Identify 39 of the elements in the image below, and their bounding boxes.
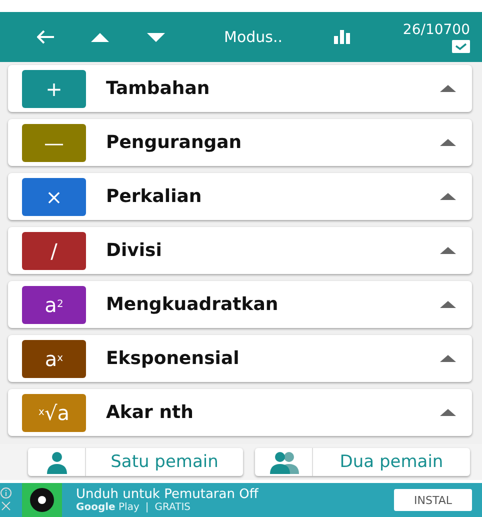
score-counter: 26/10700 bbox=[402, 22, 470, 38]
operation-symbol: × bbox=[22, 178, 86, 216]
caret-up-icon[interactable] bbox=[440, 139, 456, 146]
operation-card[interactable]: × Perkalian bbox=[8, 173, 472, 220]
operation-symbol: — bbox=[22, 124, 86, 162]
caret-up-icon[interactable] bbox=[440, 85, 456, 92]
operation-card[interactable]: a$^{x}$ Eksponensial bbox=[8, 335, 472, 382]
mode-title[interactable]: Modus.. bbox=[224, 28, 282, 46]
operation-label: Perkalian bbox=[106, 186, 202, 207]
separator: | bbox=[145, 502, 149, 513]
caret-up-icon[interactable] bbox=[440, 409, 456, 416]
operation-symbol: $^{x}$√a bbox=[22, 394, 86, 432]
caret-up-icon[interactable] bbox=[440, 247, 456, 254]
caret-up-icon[interactable] bbox=[440, 355, 456, 362]
operation-label: Tambahan bbox=[106, 78, 210, 99]
operation-symbol: a$^{2}$ bbox=[22, 286, 86, 324]
player-mode-button[interactable]: Satu pemain bbox=[28, 448, 243, 476]
operation-card[interactable]: $^{x}$√a Akar nth bbox=[8, 389, 472, 436]
player-mode-button[interactable]: Dua pemain bbox=[255, 448, 470, 476]
operation-symbol: + bbox=[22, 70, 86, 108]
operation-label: Divisi bbox=[106, 240, 162, 261]
operation-label: Eksponensial bbox=[106, 348, 240, 369]
operation-label: Pengurangan bbox=[106, 132, 242, 153]
price-label: GRATIS bbox=[154, 502, 191, 513]
check-box-icon[interactable] bbox=[452, 40, 470, 52]
operation-card[interactable]: — Pengurangan bbox=[8, 119, 472, 166]
operation-symbol: / bbox=[22, 232, 86, 270]
app-logo-icon bbox=[22, 483, 62, 517]
install-button[interactable]: INSTAL bbox=[394, 489, 472, 511]
caret-up-icon[interactable] bbox=[440, 193, 456, 200]
operation-label: Mengkuadratkan bbox=[106, 294, 278, 315]
store-label: Google Play bbox=[76, 502, 140, 513]
operation-card[interactable]: a$^{2}$ Mengkuadratkan bbox=[8, 281, 472, 328]
ad-title: Unduh untuk Pemutaran Off bbox=[76, 487, 258, 502]
operation-card[interactable]: + Tambahan bbox=[8, 65, 472, 112]
caret-up-icon[interactable] bbox=[440, 301, 456, 308]
operation-symbol: a$^{x}$ bbox=[22, 340, 86, 378]
operation-card[interactable]: / Divisi bbox=[8, 227, 472, 274]
operation-label: Akar nth bbox=[106, 402, 194, 423]
